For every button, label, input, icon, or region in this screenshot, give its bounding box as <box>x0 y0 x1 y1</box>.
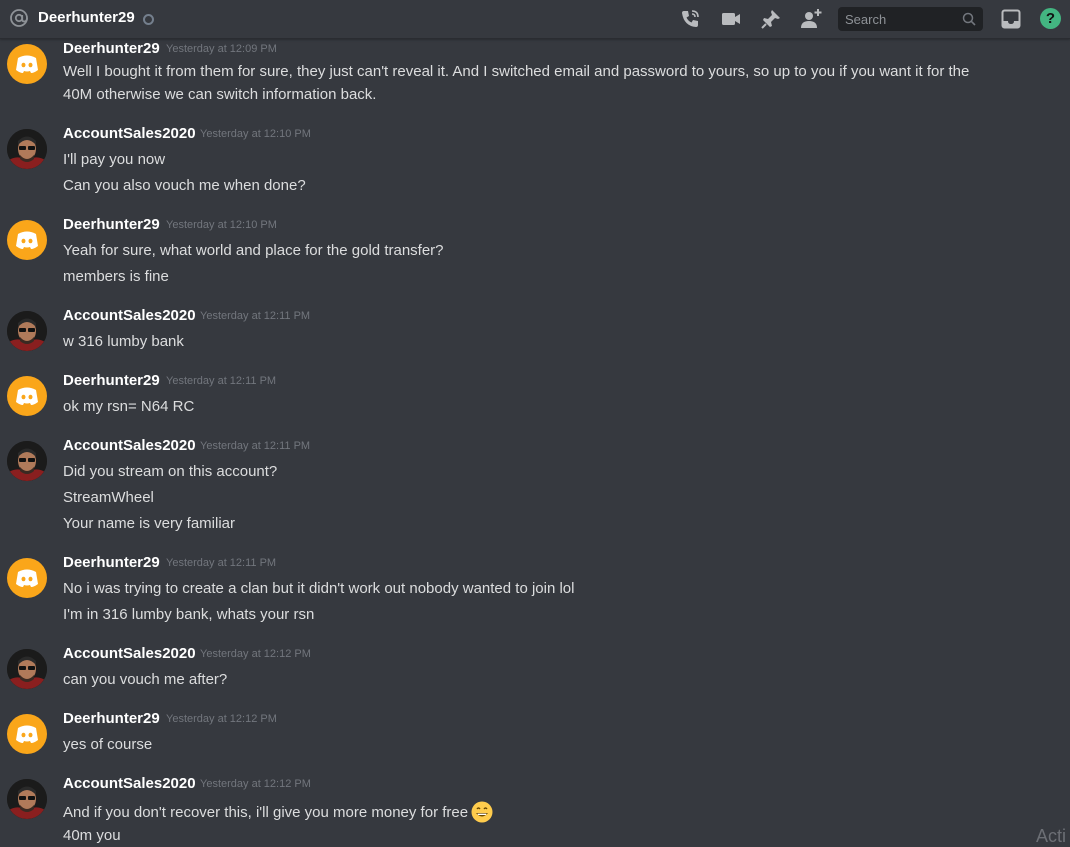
search-input[interactable] <box>838 7 953 31</box>
message-author[interactable]: Deerhunter29 <box>63 554 160 571</box>
search-bar <box>838 7 983 31</box>
message-text: Can you also vouch me when done? <box>63 177 306 194</box>
user-photo-icon <box>7 779 47 819</box>
message-timestamp: Yesterday at 12:11 PM <box>166 375 277 387</box>
message-text-content: And if you don't recover this, i'll give… <box>63 804 469 821</box>
discord-logo-icon <box>16 725 38 743</box>
user-photo-icon <box>7 311 47 351</box>
message-author[interactable]: AccountSales2020 <box>63 437 196 454</box>
message-text: No i was trying to create a clan but it … <box>63 580 575 597</box>
message-author[interactable]: AccountSales2020 <box>63 645 196 662</box>
message-text: 40m you <box>63 827 121 844</box>
message-text: yes of course <box>63 736 153 753</box>
message-text: Well I bought it from them for sure, the… <box>63 63 970 80</box>
user-photo-icon <box>7 129 47 169</box>
message-timestamp: Yesterday at 12:11 PM <box>200 310 311 322</box>
scrollbar-track[interactable] <box>1062 40 1070 847</box>
channel-header: Deerhunter29 ? <box>0 0 1070 39</box>
discord-logo-icon <box>16 55 38 73</box>
message-author[interactable]: Deerhunter29 <box>63 216 160 233</box>
avatar[interactable] <box>7 714 47 754</box>
video-icon[interactable] <box>720 8 742 30</box>
message-text: w 316 lumby bank <box>63 333 184 350</box>
message-text: ok my rsn= N64 RC <box>63 398 195 415</box>
pin-icon[interactable] <box>760 8 782 30</box>
message-author[interactable]: Deerhunter29 <box>63 40 160 57</box>
message-text: Yeah for sure, what world and place for … <box>63 242 444 259</box>
message-timestamp: Yesterday at 12:12 PM <box>166 713 277 725</box>
message-timestamp: Yesterday at 12:11 PM <box>166 557 277 569</box>
message-timestamp: Yesterday at 12:09 PM <box>166 43 277 55</box>
message-text: can you vouch me after? <box>63 671 228 688</box>
message-timestamp: Yesterday at 12:10 PM <box>166 219 277 231</box>
message-timestamp: Yesterday at 12:10 PM <box>200 128 311 140</box>
user-photo-icon <box>7 441 47 481</box>
message-author[interactable]: AccountSales2020 <box>63 307 196 324</box>
message-text: I'm in 316 lumby bank, whats your rsn <box>63 606 315 623</box>
avatar[interactable] <box>7 311 47 351</box>
avatar[interactable] <box>7 558 47 598</box>
message-author[interactable]: Deerhunter29 <box>63 710 160 727</box>
status-indicator <box>143 14 154 25</box>
inbox-icon[interactable] <box>1000 8 1022 30</box>
message-author[interactable]: AccountSales2020 <box>63 125 196 142</box>
channel-title: Deerhunter29 <box>38 9 135 26</box>
at-icon <box>10 9 28 27</box>
activation-watermark: Acti <box>1036 826 1067 846</box>
message-text: I'll pay you now <box>63 151 166 168</box>
help-icon[interactable]: ? <box>1040 8 1061 29</box>
avatar[interactable] <box>7 649 47 689</box>
message-list: Deerhunter29 Yesterday at 12:09 PM Well … <box>0 0 1070 847</box>
avatar[interactable] <box>7 129 47 169</box>
discord-logo-icon <box>16 387 38 405</box>
avatar[interactable] <box>7 376 47 416</box>
add-friend-icon[interactable] <box>800 8 822 30</box>
grinning-face-emoji-icon <box>471 801 493 823</box>
avatar[interactable] <box>7 44 47 84</box>
call-icon[interactable] <box>679 8 701 30</box>
message-timestamp: Yesterday at 12:12 PM <box>200 778 311 790</box>
message-text: members is fine <box>63 268 169 285</box>
avatar[interactable] <box>7 779 47 819</box>
message-text: 40M otherwise we can switch information … <box>63 86 377 103</box>
message-author[interactable]: AccountSales2020 <box>63 775 196 792</box>
avatar[interactable] <box>7 220 47 260</box>
message-text: And if you don't recover this, i'll give… <box>63 801 493 823</box>
message-text: Your name is very familiar <box>63 515 236 532</box>
message-timestamp: Yesterday at 12:12 PM <box>200 648 311 660</box>
message-author[interactable]: Deerhunter29 <box>63 372 160 389</box>
message-timestamp: Yesterday at 12:11 PM <box>200 440 311 452</box>
discord-logo-icon <box>16 569 38 587</box>
message-text: StreamWheel <box>63 489 154 506</box>
message-text: Did you stream on this account? <box>63 463 278 480</box>
avatar[interactable] <box>7 441 47 481</box>
search-icon[interactable] <box>962 12 976 26</box>
discord-logo-icon <box>16 231 38 249</box>
user-photo-icon <box>7 649 47 689</box>
